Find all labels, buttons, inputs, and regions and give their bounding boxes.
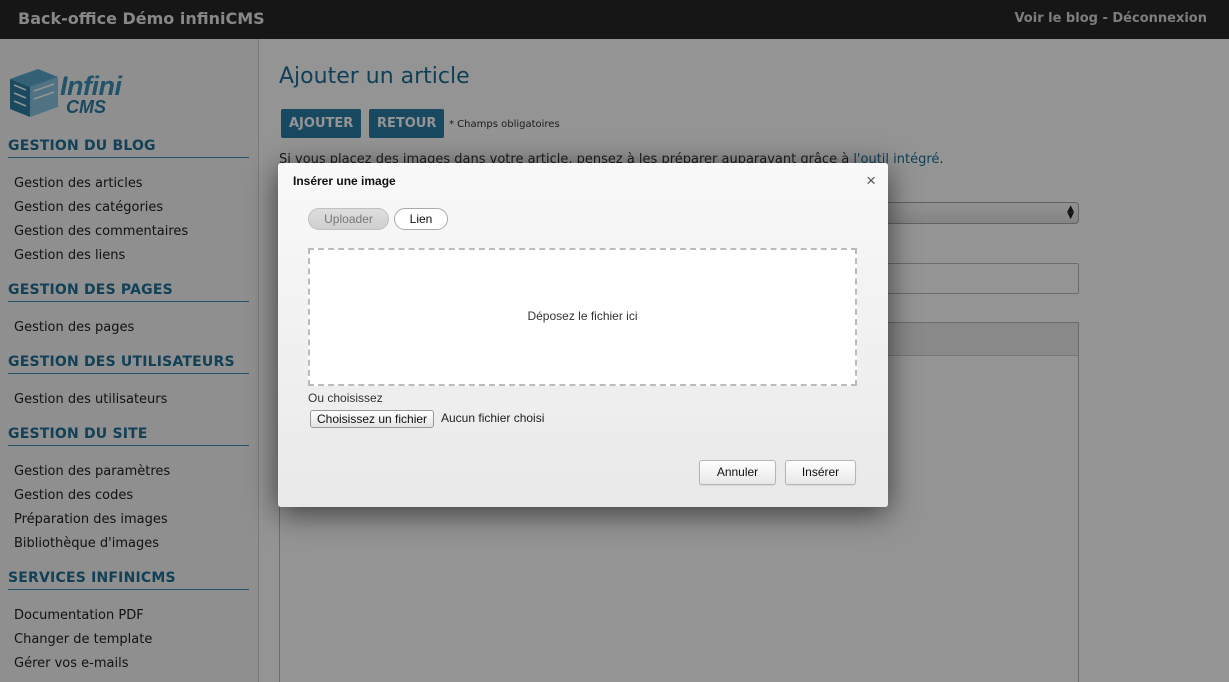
file-dropzone[interactable]: Déposez le fichier ici <box>308 248 857 386</box>
cancel-button[interactable]: Annuler <box>699 460 776 485</box>
tab-link[interactable]: Lien <box>394 208 448 230</box>
insert-button[interactable]: Insérer <box>785 460 856 485</box>
file-status: Aucun fichier choisi <box>441 411 545 425</box>
insert-image-dialog: Insérer une image × Uploader Lien Dépose… <box>278 163 888 507</box>
choose-file-button[interactable]: Choisissez un fichier <box>310 410 435 428</box>
dropzone-text: Déposez le fichier ici <box>527 309 638 323</box>
tab-upload[interactable]: Uploader <box>308 208 389 230</box>
or-choose-label: Ou choisissez <box>308 391 383 405</box>
close-icon[interactable]: × <box>866 171 876 191</box>
dialog-title: Insérer une image <box>293 174 396 188</box>
